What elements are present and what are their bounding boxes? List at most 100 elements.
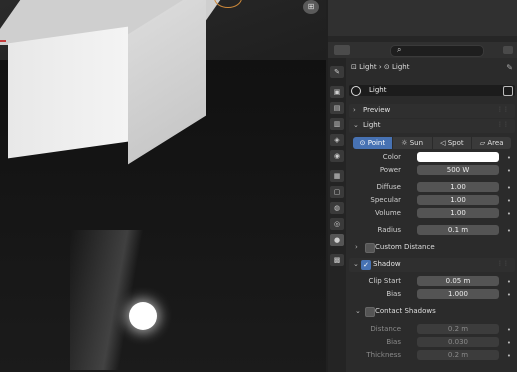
volume-label: Volume	[374, 209, 401, 217]
drag-handle-icon[interactable]: ⋮⋮	[497, 121, 509, 128]
contact-bias-field[interactable]: 0.030	[417, 337, 499, 347]
shadow-checkbox[interactable]: ✓	[361, 260, 371, 270]
diffuse-field[interactable]: 1.00	[417, 182, 499, 192]
grid-icon[interactable]: ⊞	[303, 0, 319, 14]
point-light[interactable]	[129, 302, 157, 330]
light-type-sun[interactable]: ☼ Sun	[393, 137, 433, 149]
light-section-header[interactable]: ⌄ Light ⋮⋮	[349, 119, 515, 133]
contact-bias-label: Bias	[386, 338, 401, 346]
drag-handle-icon[interactable]: ⋮⋮	[497, 260, 509, 267]
diffuse-row: Diffuse 1.00 •	[347, 182, 517, 193]
specular-field[interactable]: 1.00	[417, 195, 499, 205]
breadcrumb-object: Light	[359, 63, 377, 71]
search-input[interactable]: ⌕	[390, 45, 484, 57]
keyframe-dot-icon[interactable]: •	[507, 184, 511, 192]
keyframe-dot-icon[interactable]: •	[507, 154, 511, 162]
world-tab[interactable]: ◉	[330, 150, 344, 162]
properties-editor: ⌕ ✎ ▣ ▤ ▥ ◈ ◉ ▦ ▢ ◍ ◎ ● ▩ ⊡ Light › ⊙ Li…	[326, 42, 517, 372]
custom-distance-label: Custom Distance	[375, 243, 435, 251]
radius-row: Radius 0.1 m •	[347, 225, 517, 236]
chevron-down-icon: ⌄	[353, 260, 359, 268]
light-type-label: Sun	[409, 139, 424, 147]
properties-editor-icon[interactable]	[334, 45, 350, 55]
clip-start-row: Clip Start 0.05 m •	[347, 276, 517, 287]
breadcrumb-data: Light	[391, 63, 410, 71]
object-tab[interactable]: ▢	[330, 186, 344, 198]
3d-viewport[interactable]: ⊞	[0, 0, 326, 372]
keyframe-dot-icon[interactable]: •	[507, 210, 511, 218]
render-tab[interactable]: ▣	[330, 86, 344, 98]
modifiers-tab[interactable]: ◍	[330, 202, 344, 214]
view-layer-tab[interactable]: ▥	[330, 118, 344, 130]
power-row: Power 500 W •	[347, 165, 517, 176]
keyframe-dot-icon[interactable]: •	[507, 167, 511, 175]
power-field[interactable]: 500 W	[417, 165, 499, 175]
contact-distance-label: Distance	[370, 325, 401, 333]
breadcrumb: ⊡ Light › ⊙ Light	[351, 63, 409, 71]
search-icon: ⌕	[397, 45, 402, 54]
light-data-icon	[351, 86, 361, 96]
datablock-name[interactable]: Light	[369, 86, 386, 94]
keyframe-dot-icon[interactable]: •	[507, 291, 511, 299]
physics-tab[interactable]: ◎	[330, 218, 344, 230]
light-data-icon: ⊙	[383, 63, 390, 71]
keyframe-dot-icon[interactable]: •	[507, 352, 511, 360]
keyframe-dot-icon[interactable]: •	[507, 197, 511, 205]
contact-shadows-checkbox[interactable]	[365, 307, 375, 317]
keyframe-dot-icon[interactable]: •	[507, 278, 511, 286]
shadow-bias-field[interactable]: 1.000	[417, 289, 499, 299]
shadow-title: Shadow	[373, 260, 401, 268]
breadcrumb-separator: ›	[378, 63, 382, 71]
radius-label: Radius	[377, 226, 401, 234]
custom-distance-checkbox[interactable]	[365, 243, 375, 253]
contact-distance-field[interactable]: 0.2 m	[417, 324, 499, 334]
contact-bias-row: Bias 0.030 •	[347, 337, 517, 348]
custom-distance-subpanel[interactable]: › Custom Distance	[355, 242, 515, 254]
pin-icon[interactable]: ✎	[506, 63, 513, 72]
preview-title: Preview	[363, 106, 391, 114]
output-tab[interactable]: ▤	[330, 102, 344, 114]
drag-handle-icon[interactable]: ⋮⋮	[497, 106, 509, 113]
outliner-area[interactable]	[326, 0, 517, 42]
fake-user-shield-icon[interactable]	[503, 86, 513, 96]
keyframe-dot-icon[interactable]: •	[507, 339, 511, 347]
keyframe-dot-icon[interactable]: •	[507, 326, 511, 334]
volume-field[interactable]: 1.00	[417, 208, 499, 218]
light-title: Light	[363, 121, 381, 129]
contact-thickness-field[interactable]: 0.2 m	[417, 350, 499, 360]
color-row: Color •	[347, 152, 517, 163]
light-type-spot[interactable]: ◁ Spot	[433, 137, 473, 149]
light-type-label: Spot	[447, 139, 464, 147]
contact-distance-row: Distance 0.2 m •	[347, 324, 517, 335]
chevron-down-icon: ⌄	[355, 307, 361, 315]
clip-start-field[interactable]: 0.05 m	[417, 276, 499, 286]
contact-shadows-label: Contact Shadows	[375, 307, 436, 315]
contact-thickness-row: Thickness 0.2 m •	[347, 350, 517, 361]
editor-options-icon[interactable]	[503, 46, 513, 54]
diffuse-label: Diffuse	[376, 183, 401, 191]
color-swatch[interactable]	[417, 152, 499, 162]
properties-tabs: ✎ ▣ ▤ ▥ ◈ ◉ ▦ ▢ ◍ ◎ ● ▩	[328, 58, 346, 372]
specular-label: Specular	[370, 196, 401, 204]
object-data-tab[interactable]: ●	[330, 234, 344, 246]
shadow-bias-row: Bias 1.000 •	[347, 289, 517, 300]
cube-front-face	[8, 26, 128, 159]
radius-field[interactable]: 0.1 m	[417, 225, 499, 235]
contact-shadows-subpanel[interactable]: ⌄ Contact Shadows	[355, 306, 515, 318]
collection-tab[interactable]: ▦	[330, 170, 344, 182]
light-datablock-selector[interactable]: Light	[349, 85, 515, 96]
chevron-down-icon: ⌄	[353, 121, 359, 129]
selection-ring	[214, 0, 242, 8]
tool-tab[interactable]: ✎	[330, 66, 344, 78]
shadow-section-header[interactable]: ⌄ ✓ Shadow ⋮⋮	[349, 258, 515, 272]
scene-tab[interactable]: ◈	[330, 134, 344, 146]
keyframe-dot-icon[interactable]: •	[507, 227, 511, 235]
preview-section-header[interactable]: › Preview ⋮⋮	[349, 104, 515, 118]
specular-row: Specular 1.00 •	[347, 195, 517, 206]
chevron-right-icon: ›	[353, 106, 356, 114]
texture-tab[interactable]: ▩	[330, 254, 344, 266]
light-type-point[interactable]: ⊙ Point	[353, 137, 393, 149]
light-reflection	[70, 230, 150, 370]
light-type-area[interactable]: ▱ Area	[472, 137, 511, 149]
contact-thickness-label: Thickness	[366, 351, 401, 359]
